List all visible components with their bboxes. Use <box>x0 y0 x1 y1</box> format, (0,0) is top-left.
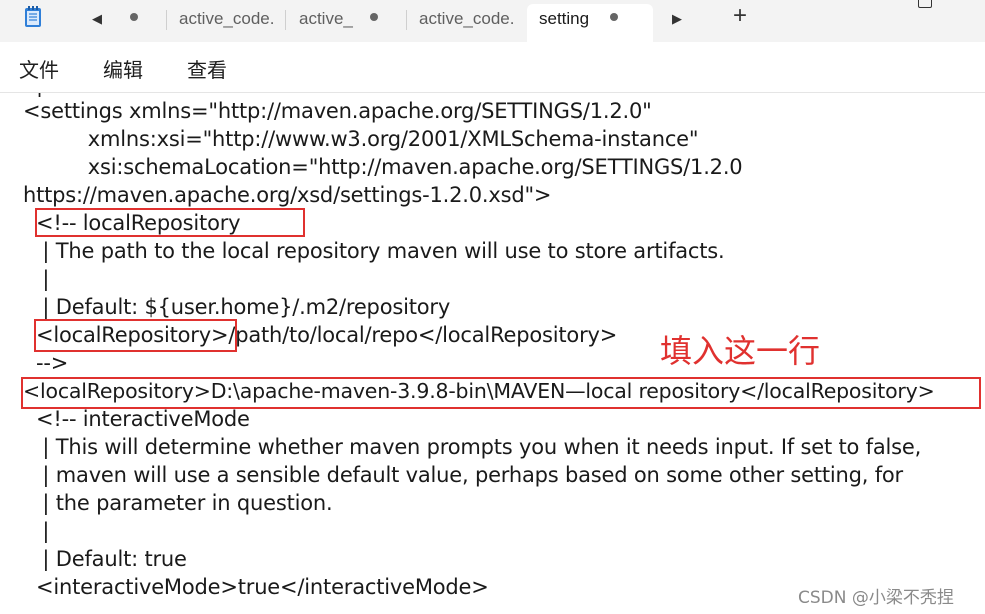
tab-active-code-1[interactable]: active_code. <box>179 4 281 36</box>
tab-active-2[interactable]: active_ <box>299 4 355 36</box>
tab-settings-label: setting <box>539 9 590 28</box>
menu-file[interactable]: 文件 <box>19 54 59 83</box>
tab-modified-dot-icon[interactable] <box>370 13 378 21</box>
tab-settings[interactable]: setting <box>527 4 653 42</box>
editor-line: | The path to the local repository maven… <box>23 239 725 263</box>
tab-bar: ◀ active_code. active_ active_code. sett… <box>0 0 985 42</box>
editor-line: xmlns:xsi="http://www.w3.org/2001/XMLSch… <box>23 127 699 151</box>
editor-line: | <box>23 267 50 291</box>
editor-line: https://maven.apache.org/xsd/settings-1.… <box>23 183 552 207</box>
editor-line: | <box>23 519 50 543</box>
editor-line: xsi:schemaLocation="http://maven.apache.… <box>23 155 743 179</box>
tab-separator <box>406 10 407 30</box>
annotation-fill-this-line: 填入这一行 <box>660 332 821 370</box>
menu-view[interactable]: 查看 <box>187 54 227 83</box>
scroll-tabs-left-icon[interactable]: ◀ <box>88 8 106 30</box>
editor-line: <settings xmlns="http://maven.apache.org… <box>23 99 652 123</box>
scroll-tabs-right-icon[interactable]: ▶ <box>668 8 686 30</box>
editor-line: <!-- interactiveMode <box>23 407 250 431</box>
new-tab-icon[interactable]: + <box>728 4 752 28</box>
editor-line: <interactiveMode>true</interactiveMode> <box>23 575 489 599</box>
highlight-box-comment <box>35 208 305 237</box>
editor-line: --> <box>23 351 69 375</box>
watermark: CSDN @小梁不秃捏 <box>798 588 954 608</box>
editor-line: | Default: ${user.home}/.m2/repository <box>23 295 451 319</box>
text-editor[interactable]: | <settings xmlns="http://maven.apache.o… <box>0 93 985 614</box>
editor-line: | maven will use a sensible default valu… <box>23 463 903 487</box>
maximize-window-icon[interactable] <box>918 0 932 8</box>
modified-dot-icon <box>130 13 138 21</box>
tab-separator <box>285 10 286 30</box>
tab-active-code-3[interactable]: active_code. <box>419 4 521 36</box>
editor-line: | Default: true <box>23 547 187 571</box>
editor-line: | This will determine whether maven prom… <box>23 435 922 459</box>
highlight-box-new-line <box>21 377 981 409</box>
editor-line: | the parameter in question. <box>23 491 333 515</box>
tab-settings-modified-dot-icon[interactable] <box>610 13 618 21</box>
tab-separator <box>166 10 167 30</box>
menu-bar: 文件 编辑 查看 <box>0 42 985 93</box>
highlight-box-local-repository-tag <box>34 319 237 352</box>
menu-edit[interactable]: 编辑 <box>103 54 143 83</box>
notepad-icon[interactable] <box>24 6 42 28</box>
